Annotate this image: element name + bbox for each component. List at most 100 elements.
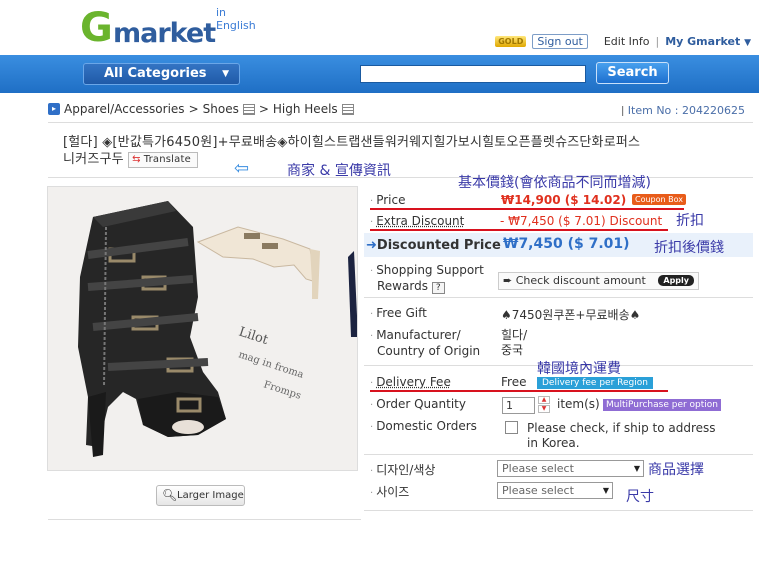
search-button[interactable]: Search xyxy=(596,62,669,84)
annotation-size: 尺寸 xyxy=(626,489,654,505)
discounted-price-value: ₩7,450 ($ 7.01) xyxy=(503,236,630,252)
size-select[interactable]: Please select ▼ xyxy=(497,482,613,499)
country-of-origin-text: Country of Origin xyxy=(377,344,481,358)
quantity-stepper[interactable]: ▲ ▼ xyxy=(538,396,550,414)
delivery-fee-label: · Delivery Fee xyxy=(370,375,451,389)
apply-button[interactable]: Apply xyxy=(658,275,694,286)
bullet-glyph: · xyxy=(370,217,374,228)
extra-discount-label-text: Extra Discount xyxy=(376,214,465,228)
size-label-text: 사이즈 xyxy=(376,485,410,499)
size-label: · 사이즈 xyxy=(370,483,409,500)
translate-button[interactable]: ⇆ Translate xyxy=(128,151,198,168)
check-discount-field[interactable]: ➨ Check discount amount Apply xyxy=(498,272,699,290)
bullet-glyph: · xyxy=(370,488,374,499)
divider xyxy=(364,510,753,511)
annotation-domestic-shipping: 韓國境內運費 xyxy=(537,361,621,377)
all-categories-dropdown[interactable]: All Categories ▼ xyxy=(83,63,240,85)
item-number: ǀ Item No : 204220625 xyxy=(621,104,745,117)
larger-image-label: Larger Image xyxy=(177,490,244,501)
item-number-value: 204220625 xyxy=(682,104,745,117)
chevron-down-icon: ▼ xyxy=(744,38,751,48)
bullet-glyph: · xyxy=(370,309,374,320)
delivery-fee-value: Free xyxy=(501,375,527,389)
discounted-price-label-text: Discounted Price xyxy=(376,238,501,253)
my-gmarket-menu[interactable]: My Gmarket ▼ xyxy=(665,35,751,48)
divider xyxy=(364,297,753,298)
bullet-glyph: · xyxy=(370,378,374,389)
gold-member-badge: GOLD xyxy=(495,36,527,47)
annotation-discount: 折扣 xyxy=(676,213,704,229)
arrow-right-icon: ➨ xyxy=(503,274,513,287)
home-arrow-icon: ▸ xyxy=(48,103,60,115)
manufacturer-value: 힐다/ 중국 xyxy=(501,328,527,358)
product-title-line-2: 니커즈구두 xyxy=(63,152,124,167)
annotation-base-price: 基本價錢(會依商品不同而增減) xyxy=(458,175,651,191)
link-separator: | xyxy=(655,35,660,48)
order-quantity-label-text: Order Quantity xyxy=(376,397,466,411)
breadcrumb-apparel[interactable]: Apparel/Accessories xyxy=(64,102,185,116)
free-gift-value: ♠7450원쿠폰+무료배송♠ xyxy=(501,308,641,322)
discounted-price-label: ➜Discounted Price xyxy=(366,238,501,253)
breadcrumb-high-heels[interactable]: High Heels xyxy=(273,102,338,116)
order-quantity-label: · Order Quantity xyxy=(370,397,466,411)
logo-wordmark: market xyxy=(113,18,216,49)
shopping-support-text: Shopping Support xyxy=(376,263,484,277)
arrow-left-icon: ⇦ xyxy=(234,158,250,179)
logo-g: G xyxy=(80,5,113,51)
design-color-label-text: 디자인/색상 xyxy=(376,463,436,477)
translate-icon: ⇆ xyxy=(132,153,141,165)
breadcrumb-separator: > xyxy=(188,102,199,116)
category-list-icon[interactable] xyxy=(242,103,255,115)
search-input[interactable] xyxy=(360,65,586,83)
navigation-bar: All Categories ▼ Search xyxy=(0,55,759,93)
all-categories-label: All Categories xyxy=(104,66,207,81)
larger-image-button[interactable]: 🔍︎ Larger Image xyxy=(156,485,245,506)
my-gmarket-label: My Gmarket xyxy=(665,35,741,48)
design-select-value: Please select xyxy=(502,462,574,475)
magnifier-icon: 🔍︎ xyxy=(162,488,178,502)
annotation-underline xyxy=(370,390,668,392)
product-image[interactable]: Lilot mag in froma Fromps xyxy=(47,186,358,471)
domestic-orders-checkbox[interactable] xyxy=(505,421,518,434)
design-color-label: · 디자인/색상 xyxy=(370,461,435,478)
chevron-down-icon: ▼ xyxy=(222,69,229,79)
product-title: [헐다] ◈[반값특가6450원]+무료배송◈하이힐스트랩샌들워커웨지힐가보시힐… xyxy=(63,134,743,168)
annotation-underline xyxy=(370,229,668,231)
price-label: · Price xyxy=(370,193,405,207)
sign-out-button[interactable]: Sign out xyxy=(532,34,588,49)
domestic-orders-label: · Domestic Orders xyxy=(370,419,477,433)
increment-icon[interactable]: ▲ xyxy=(538,396,550,404)
breadcrumb-shoes[interactable]: Shoes xyxy=(203,102,239,116)
bullet-glyph: · xyxy=(370,466,374,477)
quantity-input[interactable]: 1 xyxy=(502,397,535,414)
decrement-icon[interactable]: ▼ xyxy=(538,405,550,413)
bullet-glyph: · xyxy=(370,266,374,277)
price-value: ₩14,900 ($ 14.02) xyxy=(501,193,627,207)
bullet-glyph: · xyxy=(370,331,374,342)
manufacturer-label: · Manufacturer/ Country of Origin xyxy=(370,328,480,359)
annotation-underline xyxy=(370,208,684,210)
delivery-fee-region-button[interactable]: Delivery fee per Region xyxy=(537,377,653,389)
item-number-label: Item No : xyxy=(627,104,679,117)
multi-purchase-button[interactable]: MultiPurchase per option xyxy=(603,399,721,411)
gmarket-logo[interactable]: G market in English xyxy=(80,5,256,51)
edit-info-link[interactable]: Edit Info xyxy=(604,35,650,48)
design-color-select[interactable]: Please select ▼ xyxy=(497,460,644,477)
product-title-line-1: [헐다] ◈[반값특가6450원]+무료배송◈하이힐스트랩샌들워커웨지힐가보시힐… xyxy=(63,135,641,150)
check-discount-text: Check discount amount xyxy=(515,274,646,287)
help-icon[interactable]: ? xyxy=(431,282,445,294)
extra-discount-label: · Extra Discount xyxy=(370,214,464,228)
coupon-box-button[interactable]: Coupon Box xyxy=(632,194,687,205)
domestic-orders-label-text: Domestic Orders xyxy=(376,419,477,433)
bullet-glyph: · xyxy=(370,422,374,433)
arrow-right-icon: ➜ xyxy=(366,238,377,253)
divider xyxy=(364,454,753,455)
manufacturer-label-text: Manufacturer/ xyxy=(376,328,461,342)
category-list-icon[interactable] xyxy=(341,103,354,115)
delivery-fee-label-text: Delivery Fee xyxy=(376,375,451,389)
shopping-support-label: · Shopping Support Rewards ? xyxy=(370,263,484,294)
domestic-orders-text-line-1: Please check, if ship to address xyxy=(527,421,716,435)
extra-discount-value: - ₩7,450 ($ 7.01) Discount xyxy=(500,214,663,228)
rewards-text: Rewards xyxy=(377,279,428,293)
free-gift-label-text: Free Gift xyxy=(376,306,427,320)
